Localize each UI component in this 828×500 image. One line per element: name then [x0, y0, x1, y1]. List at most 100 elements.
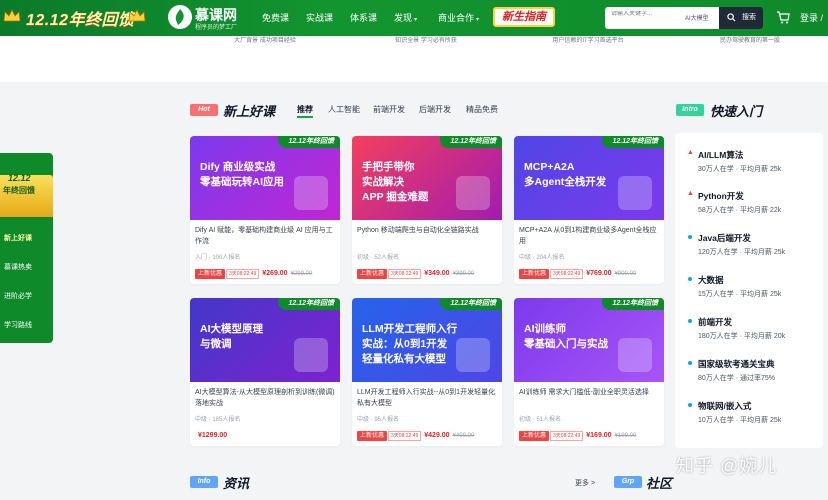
group-badge: Grp: [614, 476, 642, 488]
search-hot-keyword[interactable]: AI大模型: [685, 13, 709, 22]
feature-item: 民办驾驶教育的第一股: [719, 38, 780, 44]
price-row: 上新优惠 3天08:22:49 ¥169.00 ¥199.00: [519, 427, 636, 441]
course-title[interactable]: AI训练师 需求大门槛低-副业全职灵活选择: [519, 387, 659, 398]
quick-start-meta: 80万人在学 · 通过率75%: [698, 375, 776, 382]
course-title[interactable]: Python 移动端爬虫与自动化全链路实战: [357, 225, 497, 236]
course-card[interactable]: 12.12年终回馈 Dify 商业级实战 零基础玩转AI应用 Dify AI 赋能，…: [190, 136, 340, 284]
course-price: ¥429.00: [424, 432, 450, 440]
original-price: ¥299.00: [290, 270, 313, 277]
nav-system-courses[interactable]: 体系课: [350, 0, 377, 36]
quick-start-meta: 58万人在学 · 平均月薪 22k: [698, 207, 782, 214]
quick-start-name[interactable]: Python开发: [698, 190, 744, 202]
quick-start-item[interactable]: 物联网/嵌入式 10万人在学 · 平均月薪 25k: [675, 400, 823, 434]
watermark: 知乎 @婉儿: [676, 456, 778, 476]
course-illustration-icon: [294, 176, 328, 210]
search-input[interactable]: [611, 11, 681, 17]
course-price: ¥349.00: [424, 270, 450, 278]
more-link[interactable]: 更多 >: [575, 478, 595, 488]
original-price: ¥900.00: [614, 270, 637, 277]
promo-ribbon: 12.12年终回馈: [278, 298, 340, 310]
tab-free[interactable]: 精品免费: [466, 104, 498, 115]
logo-icon[interactable]: [168, 5, 192, 29]
course-meta: 初级 · 51人报名: [519, 417, 562, 423]
nav-discover[interactable]: 发现 ▾: [394, 0, 417, 36]
nav-business-label: 商业合作: [438, 13, 475, 23]
nav-free-courses[interactable]: 免费课: [262, 0, 289, 36]
crown-icon: [3, 9, 21, 23]
quick-start-name[interactable]: 国家级软考通关宝典: [698, 358, 775, 370]
course-card[interactable]: 12.12年终回馈 MCP+A2A 多Agent全栈开发 MCP+A2A 从0到1构…: [514, 136, 664, 284]
float-nav-advanced[interactable]: 进阶必学: [4, 291, 32, 301]
course-illustration-icon: [618, 338, 652, 372]
original-price: ¥399.00: [452, 270, 475, 277]
course-cover[interactable]: 12.12年终回馈 AI训练师 零基础入门与实战: [514, 298, 664, 382]
promo-ribbon: 12.12年终回馈: [440, 298, 502, 310]
countdown-badge: 3天08:22:49: [550, 430, 584, 441]
crown-icon: [128, 9, 146, 23]
bullet-icon: [688, 235, 692, 239]
quick-start-item[interactable]: 前端开发 180万人在学 · 平均月薪 20k: [675, 316, 823, 350]
course-illustration-icon: [618, 176, 652, 210]
course-meta: 中级 · 95人报名: [357, 417, 400, 423]
quick-start-name[interactable]: AI/LLM算法: [698, 149, 743, 161]
tab-recommended[interactable]: 推荐: [297, 104, 313, 115]
countdown-badge: 3天08:22:49: [226, 268, 260, 279]
quick-start-item[interactable]: Java后端开发 120万人在学 · 平均月薪 25k: [675, 232, 823, 266]
tab-frontend[interactable]: 前端开发: [373, 104, 405, 115]
course-meta: 初级 · 52人报名: [357, 255, 400, 261]
course-card[interactable]: 12.12年终回馈 LLM开发工程师入行 实战：从0到1开发 轻量化私有大模型 LL…: [352, 298, 502, 446]
search-button[interactable]: 搜索: [719, 7, 763, 29]
float-promo-year: 12.12: [8, 173, 31, 183]
promo-banner[interactable]: 12.12年终回馈: [0, 0, 155, 36]
quick-start-name[interactable]: 物联网/嵌入式: [698, 400, 751, 412]
quick-start-item[interactable]: 大数据 15万人在学 · 平均月薪 25k: [675, 274, 823, 308]
price-row: 上新优惠 3天08:22:49 ¥429.00 ¥499.00: [357, 427, 475, 441]
discount-badge: 上新优惠: [519, 268, 550, 279]
tab-ai[interactable]: 人工智能: [328, 104, 360, 115]
course-meta: 中级 · 185人报名: [195, 417, 241, 423]
quick-start-item[interactable]: 国家级软考通关宝典 80万人在学 · 通过率75%: [675, 358, 823, 392]
promo-ribbon: 12.12年终回馈: [602, 298, 664, 310]
search-icon: [727, 13, 736, 22]
promo-text: 12.12年终回馈: [26, 12, 135, 29]
price-row: 上新优惠 3天08:22:49 ¥269.00 ¥299.00: [195, 265, 313, 279]
course-card[interactable]: 12.12年终回馈 AI大模型原理 与微调 AI大模型算法-从大模型原理剖析到训练(…: [190, 298, 340, 446]
chevron-down-icon: ▾: [414, 17, 418, 23]
new-student-guide-button[interactable]: 新生指南: [493, 7, 555, 27]
quick-start-name[interactable]: 前端开发: [698, 316, 732, 328]
quick-start-item[interactable]: ▲ AI/LLM算法 30万人在学 · 平均月薪 25k: [675, 149, 823, 183]
course-title[interactable]: Dify AI 赋能，零基础构建商业级 AI 应用与工作流: [195, 225, 335, 247]
quick-start-name[interactable]: 大数据: [698, 274, 724, 286]
course-price: ¥769.00: [586, 270, 612, 278]
course-cover[interactable]: 12.12年终回馈 手把手带你 实战解决 APP 掘金难题: [352, 136, 502, 220]
course-cover[interactable]: 12.12年终回馈 AI大模型原理 与微调: [190, 298, 340, 382]
course-cover[interactable]: 12.12年终回馈 LLM开发工程师入行 实战：从0到1开发 轻量化私有大模型: [352, 298, 502, 382]
cart-icon[interactable]: [776, 11, 790, 24]
course-cover[interactable]: 12.12年终回馈 MCP+A2A 多Agent全栈开发: [514, 136, 664, 220]
fire-icon: ▲: [687, 190, 694, 197]
course-cover[interactable]: 12.12年终回馈 Dify 商业级实战 零基础玩转AI应用: [190, 136, 340, 220]
search-box[interactable]: AI大模型: [605, 7, 719, 29]
nav-practical-courses[interactable]: 实战课: [306, 0, 333, 36]
course-title[interactable]: LLM开发工程师入行实战--从0到1开发轻量化私有大模型: [357, 387, 497, 409]
original-price: ¥499.00: [452, 432, 475, 439]
course-card[interactable]: 12.12年终回馈 手把手带你 实战解决 APP 掘金难题 Python 移动端爬虫…: [352, 136, 502, 284]
countdown-badge: 3天08:22:49: [388, 268, 422, 279]
course-illustration-icon: [294, 338, 328, 372]
course-title[interactable]: MCP+A2A 从0到1构建商业级多Agent全栈应用: [519, 225, 659, 247]
course-card[interactable]: 12.12年终回馈 AI训练师 零基础入门与实战 AI训练师 需求大门槛低-副业全职…: [514, 298, 664, 446]
logo-slogan: 程序员的梦工厂: [195, 25, 238, 31]
nav-business[interactable]: 商业合作 ▾: [438, 0, 479, 36]
floating-side-nav: 12.12 年终回馈 新上好课 慕课热卖 进阶必学 学习路线: [0, 153, 53, 343]
quick-start-name[interactable]: Java后端开发: [698, 232, 751, 244]
float-nav-hot-sale[interactable]: 慕课热卖: [4, 262, 32, 272]
quick-start-item[interactable]: ▲ Python开发 58万人在学 · 平均月薪 22k: [675, 190, 823, 224]
float-promo-word: 年终回馈: [3, 186, 35, 195]
course-title[interactable]: AI大模型算法-从大模型原理剖析到训练(微调)落地实战: [195, 387, 335, 409]
course-meta: 入门 · 100人报名: [195, 255, 241, 261]
float-nav-new-courses[interactable]: 新上好课: [4, 233, 32, 243]
hot-badge: Hot: [190, 104, 218, 116]
price-row: 上新优惠 3天08:22:49 ¥349.00 ¥399.00: [357, 265, 475, 279]
float-nav-learning-path[interactable]: 学习路线: [4, 320, 32, 330]
tab-backend[interactable]: 后端开发: [419, 104, 451, 115]
